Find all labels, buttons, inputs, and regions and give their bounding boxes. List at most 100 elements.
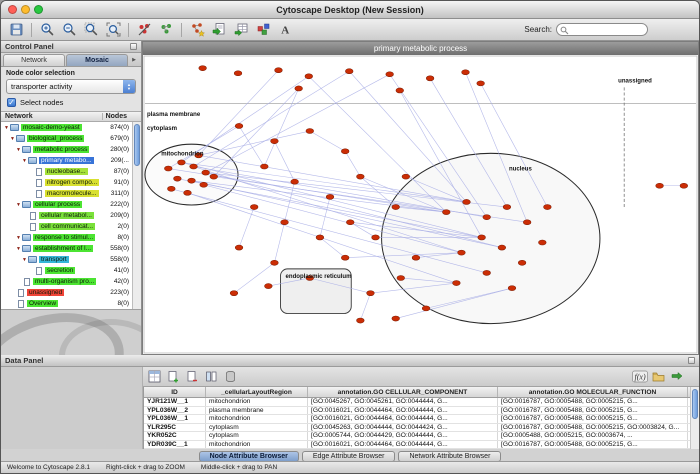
annotation-button[interactable]: A — [275, 21, 295, 39]
leaf-icon — [30, 212, 36, 220]
tree-item-secretion[interactable]: ▼secretion41(0) — [1, 265, 132, 276]
tree-item-metabolic-process[interactable]: ▼metabolic process280(0) — [1, 144, 132, 155]
tree-item-cellular-metabol[interactable]: ▼cellular metabol...209(0) — [1, 210, 132, 221]
expand-arrow-icon[interactable]: ▼ — [9, 136, 16, 142]
table-row[interactable]: YLR295Ccytoplasm[GO:0045263, GO:0044444,… — [144, 424, 690, 433]
float-panel-icon[interactable] — [688, 357, 695, 364]
tree-item-cell-communicat[interactable]: ▼cell communicat...2(0) — [1, 221, 132, 232]
zoom-out-icon — [62, 22, 77, 37]
leaf-icon — [36, 190, 42, 198]
close-window-button[interactable] — [8, 5, 17, 14]
status-welcome: Welcome to Cytoscape 2.8.1 — [7, 464, 90, 471]
table-cell: YPL036W__2 — [144, 407, 206, 415]
tree-item-nitrogen-compo[interactable]: ▼nitrogen compo...91(0) — [1, 177, 132, 188]
expand-arrow-icon[interactable]: ▼ — [15, 202, 22, 208]
search-input[interactable] — [556, 23, 648, 36]
tree-item-nucleobase[interactable]: ▼nucleobase...87(0) — [1, 166, 132, 177]
vizmapper-button[interactable] — [253, 21, 273, 39]
table-cell: [GO:0005488, GO:0005215, GO:0003674, ... — [498, 432, 688, 440]
save-session-button[interactable] — [6, 21, 26, 39]
tree-item-response-to-stimul[interactable]: ▼response to stimul...8(0) — [1, 232, 132, 243]
table-row[interactable]: YPL036W__2plasma membrane[GO:0016021, GO… — [144, 407, 690, 416]
tree-item-multi-organism-pro[interactable]: ▼multi-organism pro...42(0) — [1, 276, 132, 287]
import-attributes-button[interactable] — [231, 21, 251, 39]
float-panel-icon[interactable] — [130, 43, 137, 50]
tab-overflow-button[interactable]: ▶ — [129, 54, 139, 66]
tree-item-label: response to stimul... — [33, 234, 95, 241]
hide-selected-button[interactable] — [134, 21, 154, 39]
table-row[interactable]: YJR121W__1mitochondrion[GO:0045267, GO:0… — [144, 398, 690, 407]
tree-item-unassigned[interactable]: ▼unassigned223(0) — [1, 287, 132, 298]
column-header[interactable]: annotation.GO CELLULAR_COMPONENT — [308, 387, 498, 397]
window-controls — [8, 5, 43, 14]
save-session-icon — [9, 22, 24, 37]
tree-item-establishment-of-l[interactable]: ▼establishment of l...558(0) — [1, 243, 132, 254]
tab-network[interactable]: Network — [3, 54, 65, 66]
unhide-all-button[interactable] — [156, 21, 176, 39]
expand-arrow-icon[interactable]: ▼ — [21, 158, 28, 164]
expand-arrow-icon[interactable]: ▼ — [15, 147, 22, 153]
minimize-window-button[interactable] — [21, 5, 30, 14]
window-titlebar[interactable]: Cytoscape Desktop (New Session) — [1, 1, 699, 19]
network-canvas: plasma membranecytoplasmmitochondrionnuc… — [143, 55, 698, 354]
column-header[interactable]: _cellularLayoutRegion — [206, 387, 308, 397]
import-network-button[interactable] — [209, 21, 229, 39]
tree-item-mosaic-demo-yeast[interactable]: ▼ mosaic-demo-yeast 874(0) — [1, 122, 132, 133]
tab-mosaic[interactable]: Mosaic — [66, 54, 128, 66]
expand-arrow-icon[interactable]: ▼ — [15, 246, 22, 252]
delete-attribute-button[interactable] — [184, 369, 201, 385]
tree-item-primary-metabo[interactable]: ▼primary metabo...209(... — [1, 155, 132, 166]
node-color-select[interactable]: transporter activity ▲▼ — [6, 79, 136, 94]
table-cell: mitochondrion — [206, 398, 308, 406]
import-network-icon — [212, 22, 227, 37]
table-cell: mitochondrion — [206, 415, 308, 423]
tree-item-count: 311(0) — [111, 190, 132, 197]
vizmapper-icon — [256, 22, 271, 37]
create-attribute-button[interactable] — [165, 369, 182, 385]
tree-item-overview[interactable]: ▼Overview8(0) — [1, 298, 132, 309]
function-builder-button[interactable]: f(x) — [631, 369, 648, 385]
expand-arrow-icon[interactable]: ▼ — [3, 125, 10, 131]
tree-item-label: mosaic-demo-yeast — [21, 124, 82, 131]
table-row[interactable]: YDR039C__1mitochondrion[GO:0016021, GO:0… — [144, 441, 690, 450]
zoom-selected-button[interactable] — [81, 21, 101, 39]
birds-eye-view[interactable] — [1, 309, 141, 355]
table-row[interactable]: YPL036W__1mitochondrion[GO:0016021, GO:0… — [144, 415, 690, 424]
tab-node-attribute-browser[interactable]: Node Attribute Browser — [199, 451, 299, 462]
folder-icon — [22, 245, 31, 252]
network-view-frame: primary metabolic process plasma membran… — [142, 41, 699, 355]
map-values-button[interactable] — [669, 369, 686, 385]
open-folder-button[interactable] — [650, 369, 667, 385]
tab-network-attribute-browser[interactable]: Network Attribute Browser — [398, 451, 501, 462]
zoom-fit-button[interactable] — [103, 21, 123, 39]
tree-item-cellular-process[interactable]: ▼cellular process222(0) — [1, 199, 132, 210]
attribute-table: ID_cellularLayoutRegionannotation.GO CEL… — [143, 387, 699, 449]
column-header[interactable]: annotation.GO MOLECULAR_FUNCTION — [498, 387, 688, 397]
tab-edge-attribute-browser[interactable]: Edge Attribute Browser — [302, 451, 396, 462]
database-button[interactable] — [222, 369, 239, 385]
scrollbar-thumb[interactable] — [692, 389, 698, 419]
new-network-from-selection-button[interactable] — [187, 21, 207, 39]
select-nodes-checkbox[interactable]: ✓ — [7, 98, 16, 107]
tree-scrollbar[interactable] — [132, 122, 141, 309]
select-attributes-button[interactable] — [146, 369, 163, 385]
column-settings-button[interactable] — [203, 369, 220, 385]
table-row[interactable]: YKR052Ccytoplasm[GO:0005744, GO:0044429,… — [144, 432, 690, 441]
tree-item-biological-process[interactable]: ▼biological_process679(0) — [1, 133, 132, 144]
tree-item-transport[interactable]: ▼transport558(0) — [1, 254, 132, 265]
tree-item-count: 874(0) — [110, 124, 132, 131]
tree-header-nodes[interactable]: Nodes — [102, 113, 137, 120]
table-scrollbar[interactable] — [690, 387, 699, 449]
scrollbar-thumb[interactable] — [134, 124, 140, 166]
expand-arrow-icon[interactable]: ▼ — [15, 235, 22, 241]
leaf-icon — [18, 289, 24, 297]
tree-item-macromolecule[interactable]: ▼macromolecule...311(0) — [1, 188, 132, 199]
zoom-in-button[interactable] — [37, 21, 57, 39]
column-header[interactable]: ID — [144, 387, 206, 397]
zoom-window-button[interactable] — [34, 5, 43, 14]
zoom-out-button[interactable] — [59, 21, 79, 39]
network-canvas-container[interactable]: plasma membranecytoplasmmitochondrionnuc… — [143, 55, 698, 354]
tree-header-network[interactable]: Network — [5, 113, 33, 120]
expand-arrow-icon[interactable]: ▼ — [21, 257, 28, 263]
data-panel-title: Data Panel — [5, 356, 43, 365]
